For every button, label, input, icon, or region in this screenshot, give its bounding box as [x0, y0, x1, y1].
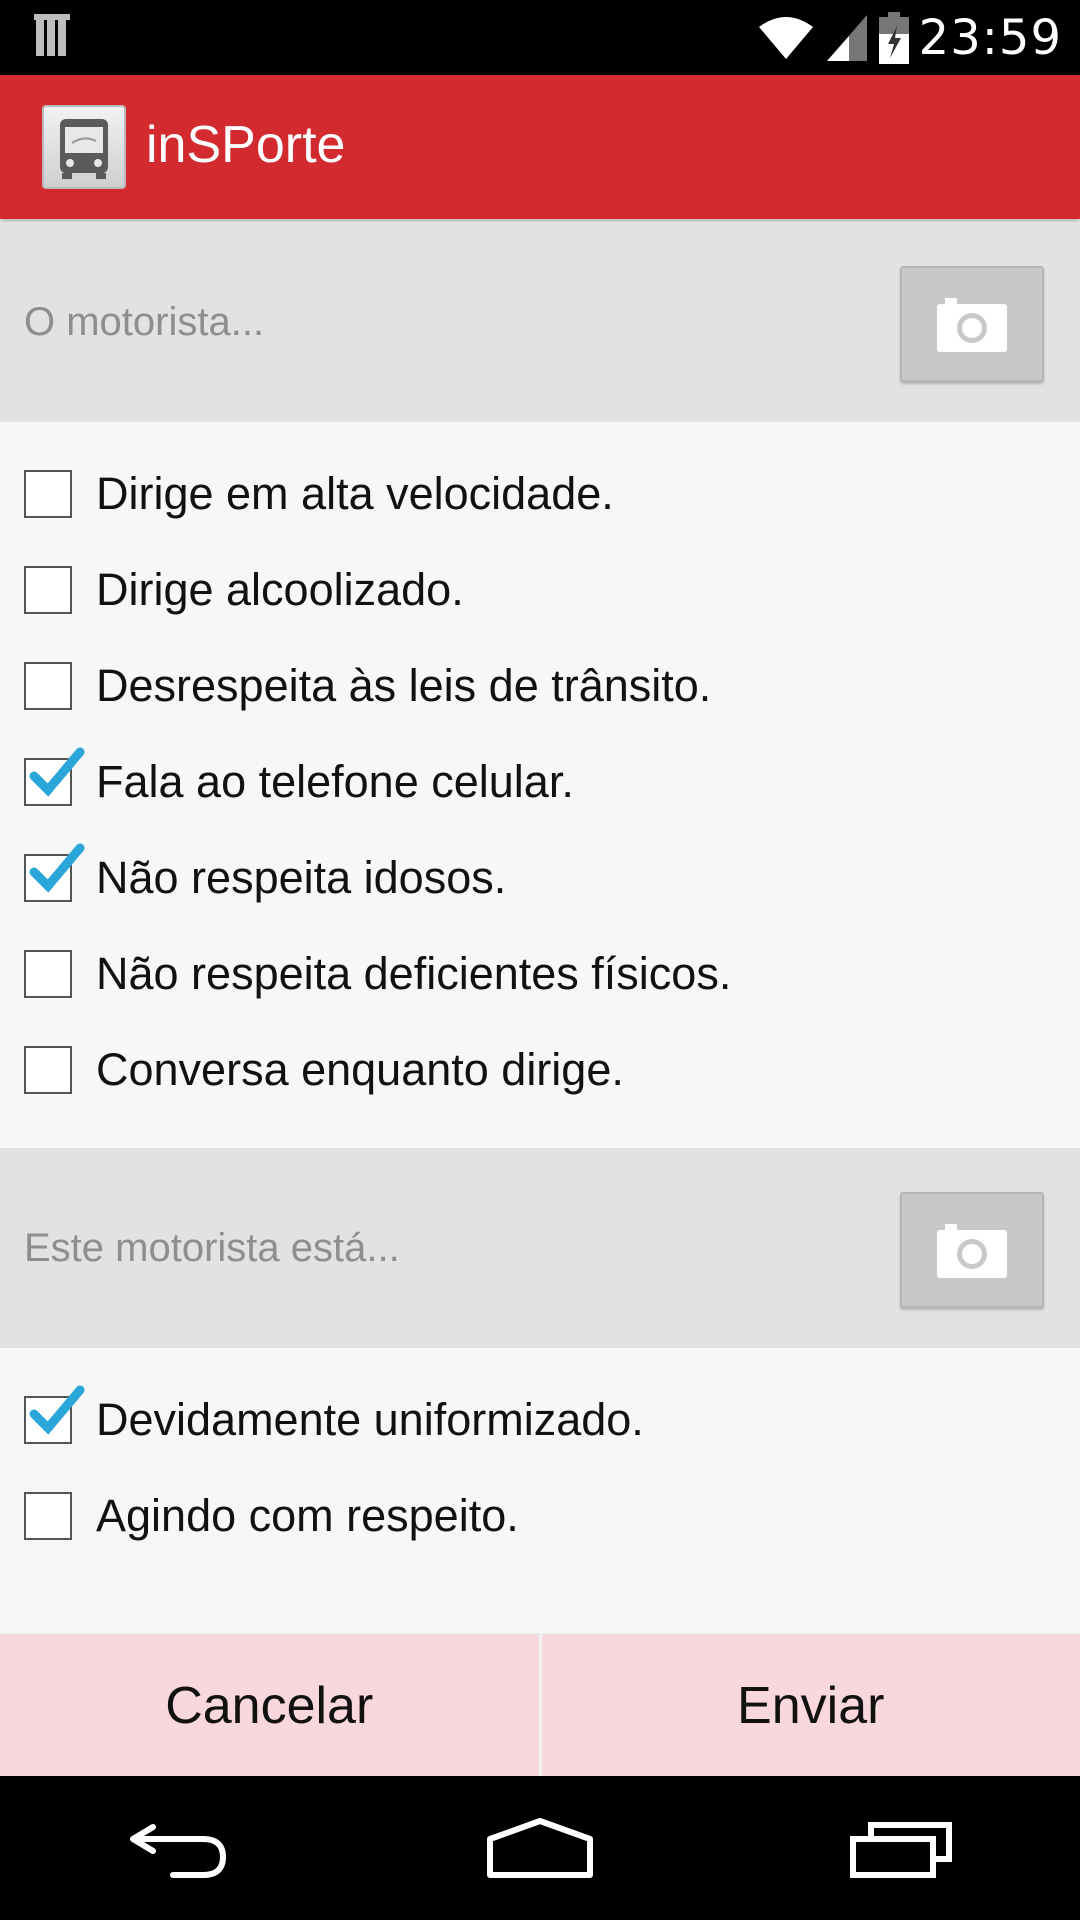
app-logo	[42, 105, 126, 189]
signal-icon	[826, 15, 867, 61]
cancel-button[interactable]: Cancelar	[0, 1635, 539, 1776]
wifi-icon	[758, 17, 813, 59]
checkbox[interactable]	[24, 662, 72, 710]
checkbox-label: Dirige em alta velocidade.	[96, 468, 614, 519]
checkbox-label: Dirige alcoolizado.	[96, 564, 464, 615]
checkbox[interactable]	[24, 950, 72, 998]
checkbox[interactable]	[24, 1046, 72, 1094]
camera-button[interactable]	[900, 1192, 1044, 1308]
camera-button[interactable]	[900, 266, 1044, 382]
action-buttons: Cancelar Enviar	[0, 1633, 1080, 1776]
checkbox[interactable]	[24, 566, 72, 614]
checkbox-row[interactable]: Desrespeita às leis de trânsito.	[0, 638, 1080, 734]
checkmark-icon	[29, 747, 85, 797]
checkbox-row[interactable]: Não respeita deficientes físicos.	[0, 926, 1080, 1022]
checkbox-row[interactable]: Dirige alcoolizado.	[0, 542, 1080, 638]
driver-state-list: Devidamente uniformizado. Agindo com res…	[0, 1372, 1080, 1564]
section-header-driver: O motorista...	[0, 222, 1080, 422]
checkbox-row[interactable]: Conversa enquanto dirige.	[0, 1022, 1080, 1118]
bus-icon	[60, 119, 108, 179]
section-hint: O motorista...	[24, 300, 265, 344]
checkmark-icon	[29, 1385, 85, 1435]
section-hint: Este motorista está...	[24, 1226, 400, 1270]
checkbox-label: Não respeita idosos.	[96, 852, 507, 903]
status-bar: 23:59	[0, 0, 1080, 75]
checkbox-row[interactable]: Não respeita idosos.	[0, 830, 1080, 926]
checkmark-icon	[29, 843, 85, 893]
checkbox-label: Fala ao telefone celular.	[96, 756, 574, 807]
checkbox-checked[interactable]	[24, 1385, 85, 1444]
back-icon[interactable]	[123, 1813, 233, 1883]
checkbox-label: Agindo com respeito.	[96, 1490, 519, 1541]
app-bar: inSPorte	[0, 75, 1080, 219]
checkbox-row[interactable]: Fala ao telefone celular.	[0, 734, 1080, 830]
checkbox-row[interactable]: Agindo com respeito.	[0, 1468, 1080, 1564]
checkbox-label: Desrespeita às leis de trânsito.	[96, 660, 712, 711]
checkbox-checked[interactable]	[24, 747, 85, 806]
status-time: 23:59	[918, 10, 1062, 66]
camera-icon	[937, 1224, 1007, 1278]
checkbox-label: Não respeita deficientes físicos.	[96, 948, 732, 999]
home-icon[interactable]	[480, 1813, 600, 1883]
checkbox-checked[interactable]	[24, 843, 85, 902]
app-title: inSPorte	[146, 116, 346, 174]
notification-icon	[34, 14, 70, 56]
section-header-driver-state: Este motorista está...	[0, 1148, 1080, 1348]
battery-icon	[878, 12, 909, 64]
checkbox-label: Conversa enquanto dirige.	[96, 1044, 624, 1095]
camera-icon	[937, 298, 1007, 352]
checkbox-row[interactable]: Devidamente uniformizado.	[0, 1372, 1080, 1468]
checkbox[interactable]	[24, 470, 72, 518]
checkbox-label: Devidamente uniformizado.	[96, 1394, 644, 1445]
checkbox-row[interactable]: Dirige em alta velocidade.	[0, 446, 1080, 542]
driver-behavior-list: Dirige em alta velocidade. Dirige alcool…	[0, 446, 1080, 1118]
navigation-bar	[0, 1776, 1080, 1920]
checkbox[interactable]	[24, 1492, 72, 1540]
send-button[interactable]: Enviar	[542, 1635, 1080, 1776]
recent-apps-icon[interactable]	[847, 1813, 957, 1883]
